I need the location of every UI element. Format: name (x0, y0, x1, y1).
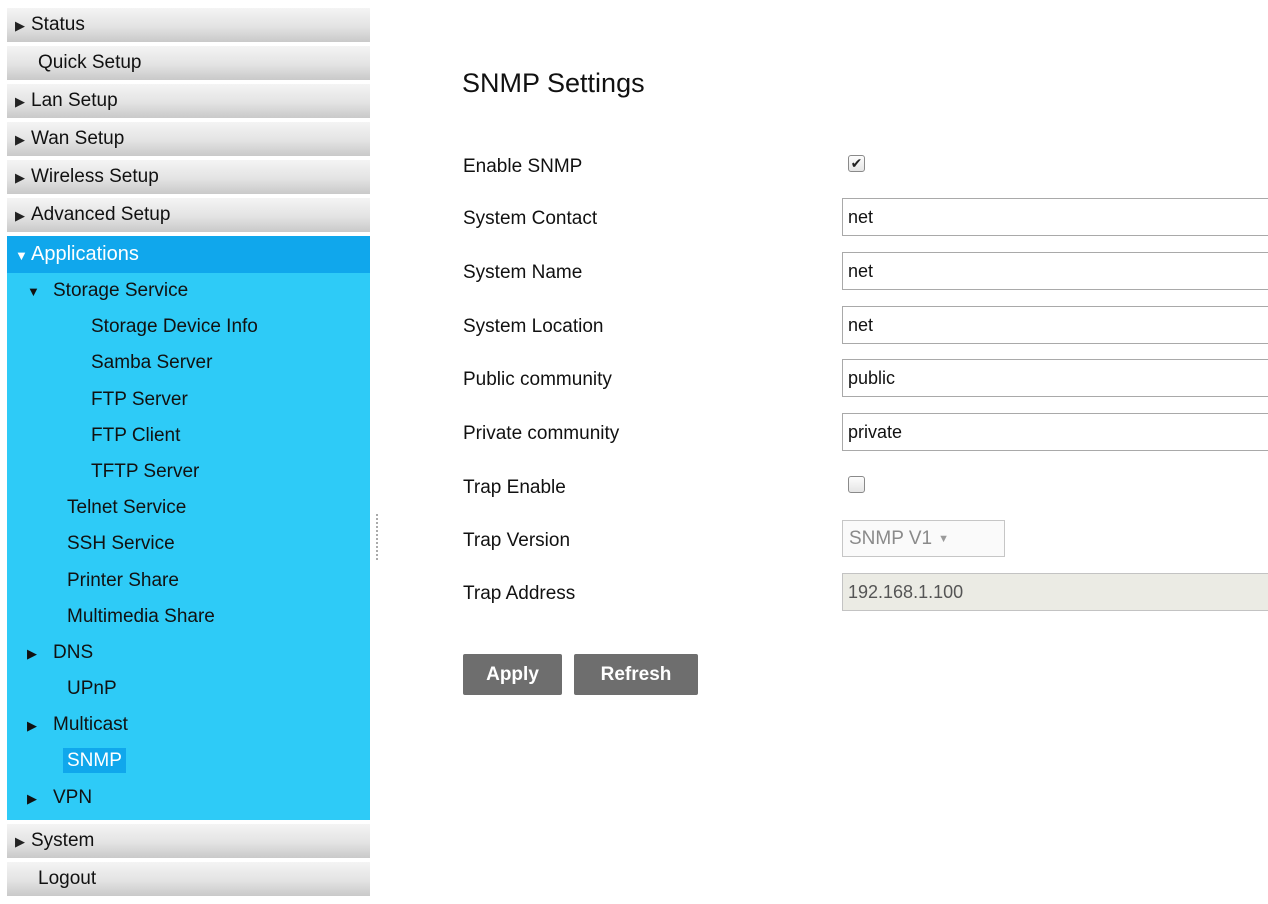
public-community-label: Public community (463, 369, 612, 390)
sidebar-item-telnet-service[interactable]: Telnet Service (7, 490, 370, 526)
sidebar-item-ftp-server[interactable]: FTP Server (7, 382, 370, 418)
checkmark-icon: ✔ (850, 155, 863, 171)
trap-address-label: Trap Address (463, 583, 576, 604)
system-contact-input[interactable]: net (842, 198, 1268, 236)
triangle-right-icon: ▶ (15, 94, 25, 109)
system-location-row: System Location net (463, 306, 1268, 346)
triangle-right-icon: ▶ (15, 170, 25, 185)
triangle-right-icon: ▶ (27, 645, 37, 661)
system-name-label: System Name (463, 262, 583, 283)
triangle-right-icon: ▶ (15, 132, 25, 147)
refresh-button[interactable]: Refresh (574, 654, 698, 695)
private-community-row: Private community private (463, 413, 1268, 453)
sidebar-item-multimedia-share[interactable]: Multimedia Share (7, 599, 370, 635)
system-location-input[interactable]: net (842, 306, 1268, 344)
triangle-down-icon: ▼ (27, 284, 40, 299)
triangle-right-icon: ▶ (15, 833, 25, 849)
applications-panel: ▼ Applications ▼ Storage Service Storage D… (7, 236, 370, 820)
triangle-right-icon: ▶ (15, 18, 25, 33)
sidebar-item-advanced-setup[interactable]: ▶ Advanced Setup (7, 198, 370, 232)
system-name-input[interactable]: net (842, 252, 1268, 290)
triangle-right-icon: ▶ (15, 208, 25, 223)
sidebar-item-storage-service[interactable]: ▼ Storage Service (7, 273, 370, 309)
enable-snmp-label: Enable SNMP (463, 156, 583, 177)
sidebar-item-applications[interactable]: ▼ Applications (7, 236, 370, 273)
sidebar-item-printer-share[interactable]: Printer Share (7, 563, 370, 599)
sidebar-item-snmp[interactable]: SNMP (7, 743, 370, 779)
enable-snmp-row: Enable SNMP ✔ (463, 146, 1268, 186)
triangle-down-icon: ▼ (15, 248, 28, 263)
private-community-input[interactable]: private (842, 413, 1268, 451)
sidebar-item-status[interactable]: ▶ Status (7, 8, 370, 42)
trap-enable-checkbox[interactable] (848, 476, 865, 493)
sidebar-item-vpn[interactable]: ▶ VPN (7, 780, 370, 816)
public-community-row: Public community public (463, 359, 1268, 399)
triangle-right-icon: ▶ (27, 718, 37, 734)
sidebar-item-storage-device-info[interactable]: Storage Device Info (7, 309, 370, 345)
sidebar-item-samba-server[interactable]: Samba Server (7, 345, 370, 381)
system-name-row: System Name net (463, 252, 1268, 292)
trap-version-label: Trap Version (463, 530, 571, 551)
sidebar-item-upnp[interactable]: UPnP (7, 671, 370, 707)
enable-snmp-checkbox[interactable]: ✔ (848, 155, 865, 172)
sidebar-item-lan-setup[interactable]: ▶ Lan Setup (7, 84, 370, 118)
sidebar-item-system[interactable]: ▶ System (7, 823, 370, 858)
trap-enable-label: Trap Enable (463, 477, 566, 498)
private-community-label: Private community (463, 423, 620, 444)
sidebar-item-multicast[interactable]: ▶ Multicast (7, 707, 370, 743)
sidebar-menu: ▶ Status Quick Setup ▶ Lan Setup ▶ Wan Setu… (7, 8, 370, 900)
trap-address-row: Trap Address 192.168.1.100 (463, 573, 1268, 613)
sidebar-item-ssh-service[interactable]: SSH Service (7, 526, 370, 562)
page-title: SNMP Settings (462, 68, 645, 98)
system-contact-label: System Contact (463, 208, 598, 229)
apply-button[interactable]: Apply (463, 654, 562, 695)
public-community-input[interactable]: public (842, 359, 1268, 397)
sidebar-item-dns[interactable]: ▶ DNS (7, 635, 370, 671)
sidebar-item-wireless-setup[interactable]: ▶ Wireless Setup (7, 160, 370, 194)
dropdown-arrow-icon: ▼ (938, 533, 949, 545)
trap-address-input[interactable]: 192.168.1.100 (842, 573, 1268, 611)
system-location-label: System Location (463, 316, 604, 337)
trap-enable-row: Trap Enable (463, 467, 1268, 507)
sidebar-item-logout[interactable]: Logout (7, 861, 370, 896)
sidebar-item-quick-setup[interactable]: Quick Setup (7, 46, 370, 80)
trap-version-select[interactable]: SNMP V1 ▼ (842, 520, 1005, 557)
sidebar-item-tftp-server[interactable]: TFTP Server (7, 454, 370, 490)
sidebar-item-ftp-client[interactable]: FTP Client (7, 418, 370, 454)
trap-version-row: Trap Version SNMP V1 ▼ (463, 520, 1268, 560)
triangle-right-icon: ▶ (27, 790, 37, 806)
system-contact-row: System Contact net (463, 198, 1268, 238)
panel-splitter-handle[interactable] (376, 514, 380, 560)
sidebar-item-wan-setup[interactable]: ▶ Wan Setup (7, 122, 370, 156)
